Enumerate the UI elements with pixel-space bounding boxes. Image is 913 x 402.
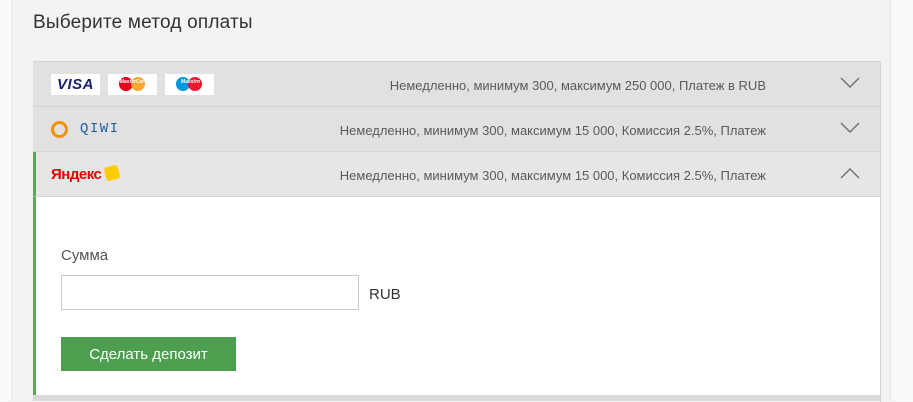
left-gutter: [0, 0, 12, 401]
qiwi-logo: QIWI: [51, 118, 120, 140]
page-title: Выберите метод оплаты: [33, 12, 253, 33]
qiwi-mark-icon: [51, 120, 68, 138]
cards-logos: VISA MasterCard Maestro: [51, 73, 222, 95]
visa-logo-text: VISA: [56, 75, 94, 93]
method-info-yandex: Немедленно, минимум 300, максимум 15 000…: [339, 168, 766, 183]
currency-label: RUB: [369, 286, 401, 303]
deposit-button[interactable]: Сделать депозит: [61, 337, 236, 371]
maestro-logo-text: Maestro: [180, 79, 201, 85]
visa-logo: VISA: [51, 73, 100, 95]
chevron-down-icon[interactable]: [840, 76, 860, 90]
method-info-cards: Немедленно, минимум 300, максимум 250 00…: [389, 78, 766, 93]
maestro-logo: Maestro: [165, 73, 214, 95]
next-row-edge: [33, 395, 880, 401]
mastercard-logo: MasterCard: [108, 73, 157, 95]
right-gutter: [890, 0, 913, 401]
qiwi-logo-text: QIWI: [80, 121, 120, 137]
method-info-qiwi: Немедленно, минимум 300, максимум 15 000…: [339, 123, 766, 138]
method-row-cards[interactable]: VISA MasterCard Maestro Немедленно, мини…: [33, 62, 880, 107]
yandex-deposit-panel: Сумма RUB Сделать депозит: [33, 197, 880, 395]
chevron-down-icon[interactable]: [840, 121, 860, 135]
amount-input[interactable]: [61, 275, 359, 310]
mastercard-logo-text: MasterCard: [119, 79, 148, 85]
wallet-icon: [103, 164, 121, 182]
yandex-logo-text: Яндекс: [51, 165, 102, 183]
payment-methods-accordion: VISA MasterCard Maestro Немедленно, мини…: [33, 61, 881, 402]
amount-label: Сумма: [61, 247, 109, 264]
yandex-logo: Яндекс: [51, 163, 121, 185]
method-row-qiwi[interactable]: QIWI Немедленно, минимум 300, максимум 1…: [33, 107, 880, 152]
chevron-up-icon[interactable]: [840, 166, 860, 180]
method-row-yandex[interactable]: Яндекс Немедленно, минимум 300, максимум…: [33, 152, 880, 197]
